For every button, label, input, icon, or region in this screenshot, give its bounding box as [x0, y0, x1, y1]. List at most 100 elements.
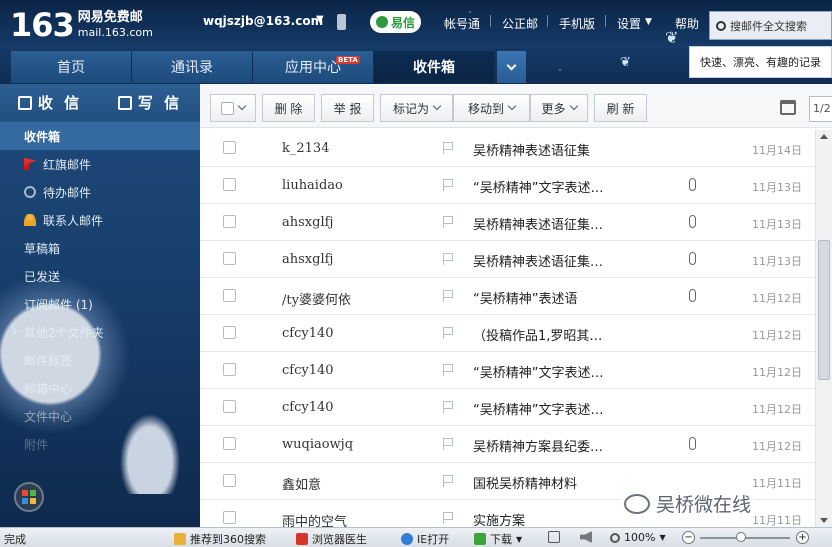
select-all-dropdown[interactable]	[210, 94, 256, 122]
flag-icon[interactable]	[443, 512, 454, 524]
message-sender[interactable]: ahsxglfj	[282, 252, 333, 267]
folder-other-folders[interactable]: 其他2个文件夹	[0, 318, 200, 346]
message-checkbox[interactable]	[223, 437, 236, 450]
message-row[interactable]: ahsxglfj 吴桥精神表述语征集… 11月13日	[200, 241, 815, 278]
zoom-in-button[interactable]: +	[796, 531, 809, 544]
folder-contacts-mail[interactable]: 联系人邮件	[0, 206, 200, 234]
message-checkbox[interactable]	[223, 400, 236, 413]
message-checkbox[interactable]	[223, 141, 236, 154]
yixin-button[interactable]: 易信	[370, 11, 421, 33]
folder-subscriptions[interactable]: 订阅邮件 (1)	[0, 290, 200, 318]
message-row[interactable]: cfcy140 “吴桥精神”文字表述… 11月12日	[200, 389, 815, 426]
mobile-phone-icon[interactable]	[337, 14, 346, 30]
zoom-out-button[interactable]: −	[682, 531, 695, 544]
message-row[interactable]: ahsxglfj 吴桥精神表述语征集… 11月13日	[200, 204, 815, 241]
logo[interactable]: 163 网易免费邮 mail.163.com	[10, 6, 153, 44]
scrollbar-thumb[interactable]	[818, 240, 830, 380]
message-row[interactable]: wuqiaowjq 吴桥精神方案县纪委… 11月12日	[200, 426, 815, 463]
page-indicator[interactable]: 1/2	[809, 96, 832, 122]
refresh-button[interactable]: 刷 新	[594, 94, 647, 122]
message-subject[interactable]: 吴桥精神表述语征集	[473, 140, 590, 159]
window-icon[interactable]	[548, 531, 560, 543]
tab-app-center[interactable]: 应用中心 BETA	[253, 51, 374, 83]
tab-home[interactable]: 首页	[11, 51, 132, 83]
folder-drafts[interactable]: 草稿箱	[0, 234, 200, 262]
message-row[interactable]: /ty婆婆何依 “吴桥精神”表述语 11月12日	[200, 278, 815, 315]
message-sender[interactable]: 雨中的空气	[282, 511, 347, 527]
folder-red-flag[interactable]: 红旗邮件	[0, 150, 200, 178]
flag-icon[interactable]	[443, 216, 454, 228]
folder-inbox[interactable]: 收件箱	[0, 122, 200, 150]
zoom-slider-knob[interactable]	[736, 532, 746, 542]
flag-icon[interactable]	[443, 438, 454, 450]
recommend-360-button[interactable]: 推荐到360搜索	[174, 531, 266, 547]
more-dropdown[interactable]: 更多	[530, 94, 588, 122]
apps-button[interactable]	[14, 482, 44, 512]
folder-mail-center[interactable]: 邮箱中心	[0, 374, 200, 402]
message-sender[interactable]: wuqiaowjq	[282, 437, 353, 452]
settings-caret-icon[interactable]: ▼	[645, 17, 652, 27]
message-checkbox[interactable]	[223, 178, 236, 191]
link-mobile[interactable]: 手机版	[559, 15, 595, 32]
mark-as-dropdown[interactable]: 标记为	[380, 94, 453, 122]
user-email[interactable]: wqjszjb@163.com	[203, 14, 323, 28]
user-menu-caret-icon[interactable]: ▼	[316, 14, 324, 25]
message-sender[interactable]: cfcy140	[282, 363, 334, 378]
compose-button[interactable]: 写 信	[100, 84, 200, 121]
message-subject[interactable]: “吴桥精神”文字表述…	[473, 362, 603, 381]
folder-mail-tags[interactable]: 邮件标签	[0, 346, 200, 374]
message-checkbox[interactable]	[223, 474, 236, 487]
tab-inbox[interactable]: 收件箱	[374, 51, 495, 83]
message-checkbox[interactable]	[223, 215, 236, 228]
message-sender[interactable]: cfcy140	[282, 400, 334, 415]
calendar-icon[interactable]	[780, 100, 796, 115]
message-sender[interactable]: 鑫如意	[282, 474, 321, 493]
message-sender[interactable]: liuhaidao	[282, 178, 343, 193]
message-checkbox[interactable]	[223, 363, 236, 376]
report-button[interactable]: 举 报	[321, 94, 374, 122]
flag-icon[interactable]	[443, 179, 454, 191]
fulltext-search-button[interactable]: 搜邮件全文搜索	[709, 11, 832, 40]
message-subject[interactable]: 吴桥精神表述语征集…	[473, 214, 603, 233]
message-subject[interactable]: （投稿作品1,罗昭其…	[473, 325, 602, 344]
message-sender[interactable]: cfcy140	[282, 326, 334, 341]
flag-icon[interactable]	[443, 364, 454, 376]
move-to-dropdown[interactable]: 移动到	[453, 94, 530, 122]
message-subject[interactable]: 吴桥精神方案县纪委…	[473, 436, 603, 455]
scroll-up-arrow-icon[interactable]	[820, 134, 828, 139]
message-row[interactable]: liuhaidao “吴桥精神”文字表述… 11月13日	[200, 167, 815, 204]
message-sender[interactable]: k_2134	[282, 141, 329, 156]
link-account[interactable]: 帐号通	[444, 15, 480, 32]
link-help[interactable]: 帮助	[675, 15, 699, 32]
message-subject[interactable]: 国税吴桥精神材料	[473, 473, 577, 492]
receive-button[interactable]: 收 信	[0, 84, 100, 121]
flag-icon[interactable]	[443, 401, 454, 413]
folder-sent[interactable]: 已发送	[0, 262, 200, 290]
tab-contacts[interactable]: 通讯录	[132, 51, 253, 83]
message-subject[interactable]: 吴桥精神表述语征集…	[473, 251, 603, 270]
message-subject[interactable]: “吴桥精神”文字表述…	[473, 399, 603, 418]
flag-icon[interactable]	[443, 327, 454, 339]
message-subject[interactable]: “吴桥精神”表述语	[473, 288, 577, 307]
flag-icon[interactable]	[443, 253, 454, 265]
link-gongzhengyou[interactable]: 公正邮	[502, 15, 538, 32]
vertical-scrollbar[interactable]	[815, 130, 832, 527]
flag-icon[interactable]	[443, 142, 454, 154]
tab-more-button[interactable]	[497, 51, 526, 83]
scroll-down-arrow-icon[interactable]	[820, 518, 828, 523]
link-settings[interactable]: 设置	[617, 15, 641, 32]
message-subject[interactable]: 实施方案	[473, 510, 525, 527]
message-checkbox[interactable]	[223, 252, 236, 265]
ie-open-button[interactable]: IE打开	[401, 531, 449, 547]
message-row[interactable]: cfcy140 “吴桥精神”文字表述… 11月12日	[200, 352, 815, 389]
zoom-level[interactable]: 100% ▼	[610, 531, 666, 544]
message-checkbox[interactable]	[223, 326, 236, 339]
download-button[interactable]: 下载 ▼	[474, 531, 522, 547]
select-all-checkbox[interactable]	[221, 101, 234, 115]
message-sender[interactable]: /ty婆婆何依	[282, 289, 351, 308]
folder-todo[interactable]: 待办邮件	[0, 178, 200, 206]
flag-icon[interactable]	[443, 290, 454, 302]
message-checkbox[interactable]	[223, 289, 236, 302]
flag-icon[interactable]	[443, 475, 454, 487]
message-sender[interactable]: ahsxglfj	[282, 215, 333, 230]
